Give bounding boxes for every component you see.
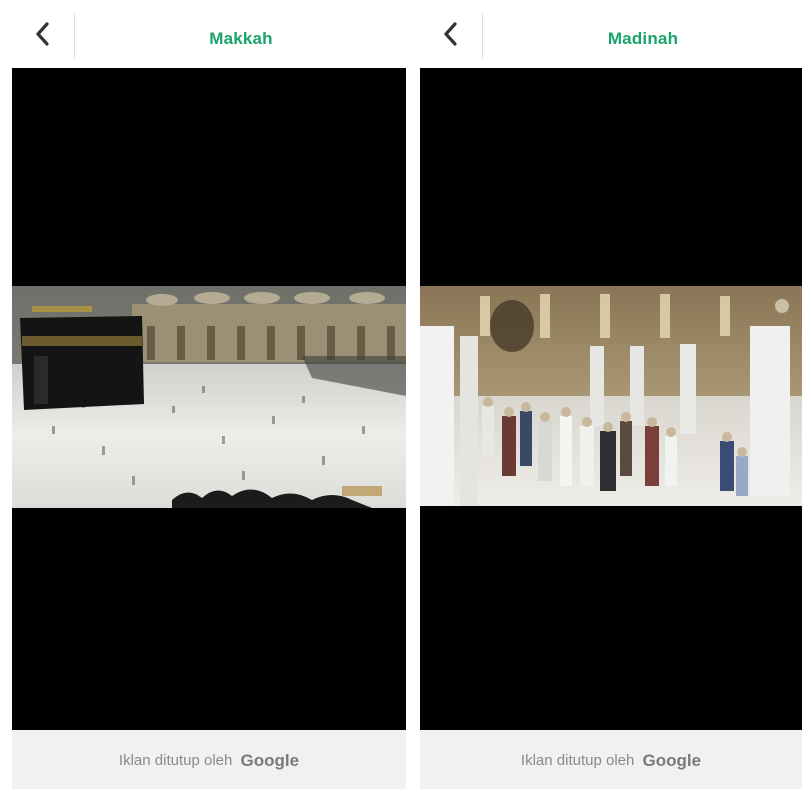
- app-header: Madinah: [420, 0, 802, 69]
- video-player[interactable]: [420, 68, 802, 730]
- video-player[interactable]: [12, 68, 406, 730]
- back-button[interactable]: [12, 8, 74, 60]
- madinah-screen: Madinah Iklan ditutup oleh Google: [420, 0, 802, 789]
- chevron-left-icon: [36, 22, 49, 46]
- header-divider: [482, 14, 483, 58]
- ad-closed-banner: Iklan ditutup oleh Google: [420, 730, 802, 789]
- back-button[interactable]: [420, 8, 482, 60]
- video-frame-mosque: [420, 286, 802, 506]
- google-brand: Google: [642, 751, 702, 771]
- chevron-left-icon: [444, 22, 457, 46]
- mosque-corridor-scene: [420, 286, 802, 506]
- makkah-screen: Makkah Iklan ditutup oleh Google: [12, 0, 406, 789]
- ad-closed-text: Iklan ditutup oleh: [118, 752, 233, 770]
- header-divider: [74, 14, 75, 58]
- ad-closed-text: Iklan ditutup oleh: [520, 752, 635, 770]
- app-header: Makkah: [12, 0, 406, 69]
- kaaba-crowd-scene: [12, 286, 406, 508]
- page-title: Makkah: [209, 29, 273, 48]
- page-title: Madinah: [607, 29, 679, 48]
- google-brand: Google: [240, 751, 300, 771]
- ad-closed-banner: Iklan ditutup oleh Google: [12, 730, 406, 789]
- video-frame-kaaba: [12, 286, 406, 508]
